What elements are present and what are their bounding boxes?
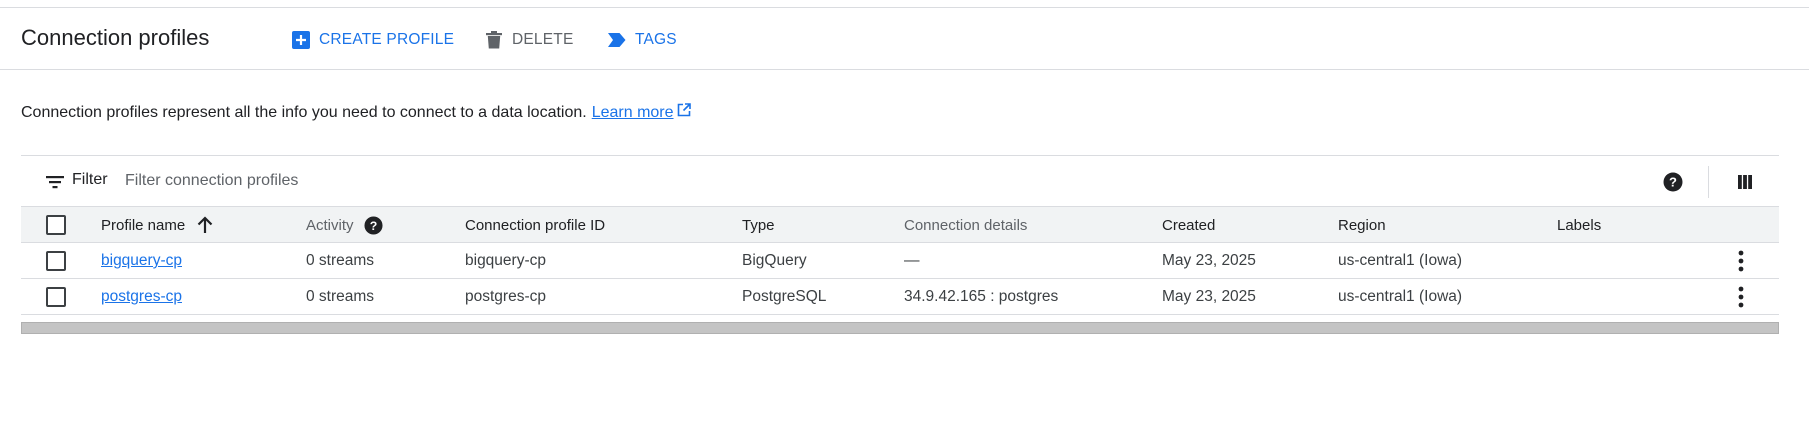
column-header-activity[interactable]: Activity ? [306,207,383,243]
select-all-cell [46,207,66,243]
profile-name-link[interactable]: postgres-cp [101,279,182,315]
row-actions-cell [1729,243,1753,279]
svg-text:?: ? [369,218,377,232]
svg-text:?: ? [1669,175,1677,190]
tags-label: TAGS [635,31,677,48]
activity-cell: 0 streams [306,288,375,305]
profile-name-link[interactable]: bigquery-cp [101,243,182,279]
created-cell: May 23, 2025 [1162,288,1256,305]
connection-profiles-table: Filter ? Profile name Activity ? Connect… [21,155,1779,334]
column-header-connection-details: Connection details [904,216,1028,234]
table-row: postgres-cp 0 streams postgres-cp Postgr… [21,279,1779,315]
connection-details-cell: 34.9.42.165 : postgres [904,288,1059,305]
create-profile-button[interactable]: CREATE PROFILE [291,28,454,52]
learn-more-link[interactable]: Learn more [592,103,691,122]
help-icon[interactable]: ? [1663,172,1683,192]
filter-bar: Filter ? [21,155,1779,207]
external-link-icon [677,103,691,122]
activity-header-label: Activity [306,216,354,234]
select-all-checkbox[interactable] [46,215,66,235]
region-cell: us-central1 (Iowa) [1338,288,1463,305]
column-header-profile-name[interactable]: Profile name [101,207,213,243]
column-header-connection-profile-id[interactable]: Connection profile ID [465,207,605,243]
column-header-region[interactable]: Region [1338,207,1386,243]
type-cell: PostgreSQL [742,288,827,305]
delete-button[interactable]: DELETE [484,28,574,52]
row-checkbox[interactable] [46,251,66,271]
connection-profile-id-cell: bigquery-cp [465,252,546,269]
tags-button[interactable]: TAGS [607,28,677,52]
delete-label: DELETE [512,31,574,48]
label-icon [607,30,627,50]
page-description: Connection profiles represent all the in… [21,103,691,122]
column-header-labels[interactable]: Labels [1557,207,1601,243]
column-header-type[interactable]: Type [742,207,775,243]
column-display-icon[interactable] [1735,172,1755,192]
more-vert-icon[interactable] [1729,285,1753,309]
help-icon[interactable]: ? [363,215,383,235]
description-text: Connection profiles represent all the in… [21,103,587,121]
arrow-up-icon [197,216,213,234]
activity-cell: 0 streams [306,252,375,269]
row-select-cell [46,243,66,279]
learn-more-label: Learn more [591,103,674,121]
connection-details-cell: — [904,252,920,269]
table-row: bigquery-cp 0 streams bigquery-cp BigQue… [21,243,1779,279]
toolbar-divider [1708,166,1709,198]
table-header: Profile name Activity ? Connection profi… [21,207,1779,243]
row-actions-cell [1729,279,1753,315]
row-checkbox[interactable] [46,287,66,307]
region-cell: us-central1 (Iowa) [1338,252,1463,269]
create-profile-label: CREATE PROFILE [319,31,455,48]
filter-list-icon [46,173,64,191]
page-title: Connection profiles [21,25,210,50]
filter-input[interactable] [125,166,725,196]
page-header: Connection profiles CREATE PROFILE DELET… [0,8,1809,70]
created-cell: May 23, 2025 [1162,252,1256,269]
more-vert-icon[interactable] [1729,249,1753,273]
column-header-created[interactable]: Created [1162,207,1215,243]
connection-profile-id-cell: postgres-cp [465,288,546,305]
profile-name-header-label: Profile name [101,216,186,234]
horizontal-scrollbar[interactable] [21,322,1779,334]
type-cell: BigQuery [742,252,807,269]
add-box-icon [291,30,311,50]
filter-label: Filter [72,171,108,188]
trash-icon [484,30,504,50]
row-select-cell [46,279,66,315]
